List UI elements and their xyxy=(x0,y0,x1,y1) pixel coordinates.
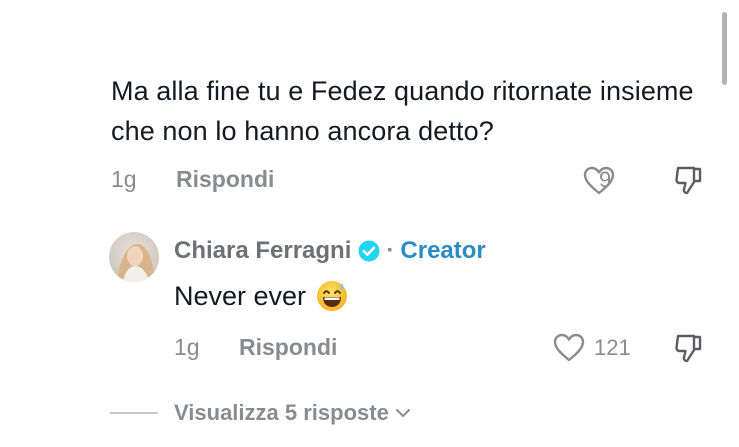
comment-thread: Ma alla fine tu e Fedez quando ritornate… xyxy=(0,0,739,447)
comment-like-count: 9 xyxy=(599,167,612,192)
comment-text: Ma alla fine tu e Fedez quando ritornate… xyxy=(111,76,694,146)
view-replies-button[interactable]: Visualizza 5 risposte xyxy=(110,398,411,428)
avatar-image xyxy=(109,232,159,282)
thumbs-down-icon[interactable] xyxy=(674,332,704,364)
avatar[interactable] xyxy=(109,232,159,282)
grinning-sweat-emoji-icon xyxy=(317,281,348,311)
separator: · xyxy=(386,237,395,264)
reply-timestamp: 1g xyxy=(174,334,200,360)
chevron-down-icon xyxy=(395,409,410,417)
creator-badge: Creator xyxy=(400,237,486,264)
thumbs-down-icon[interactable] xyxy=(674,164,704,196)
reply-like-count: 121 xyxy=(594,335,631,360)
reply-text: Never ever xyxy=(174,280,307,311)
view-replies-label: Visualizza 5 risposte xyxy=(174,400,389,425)
divider-line xyxy=(110,412,158,414)
verified-check-icon xyxy=(358,240,380,262)
reply-text-line: Never ever xyxy=(174,280,348,312)
comment-timestamp: 1g xyxy=(111,166,137,192)
reply-reply-button[interactable]: Rispondi xyxy=(239,334,337,361)
author-name[interactable]: Chiara Ferragni xyxy=(174,237,351,265)
comment-reply-button[interactable]: Rispondi xyxy=(176,166,274,193)
scrollbar[interactable] xyxy=(722,12,727,85)
heart-icon[interactable] xyxy=(553,333,585,363)
reply-author-line: Chiara Ferragni · Creator xyxy=(174,236,486,266)
